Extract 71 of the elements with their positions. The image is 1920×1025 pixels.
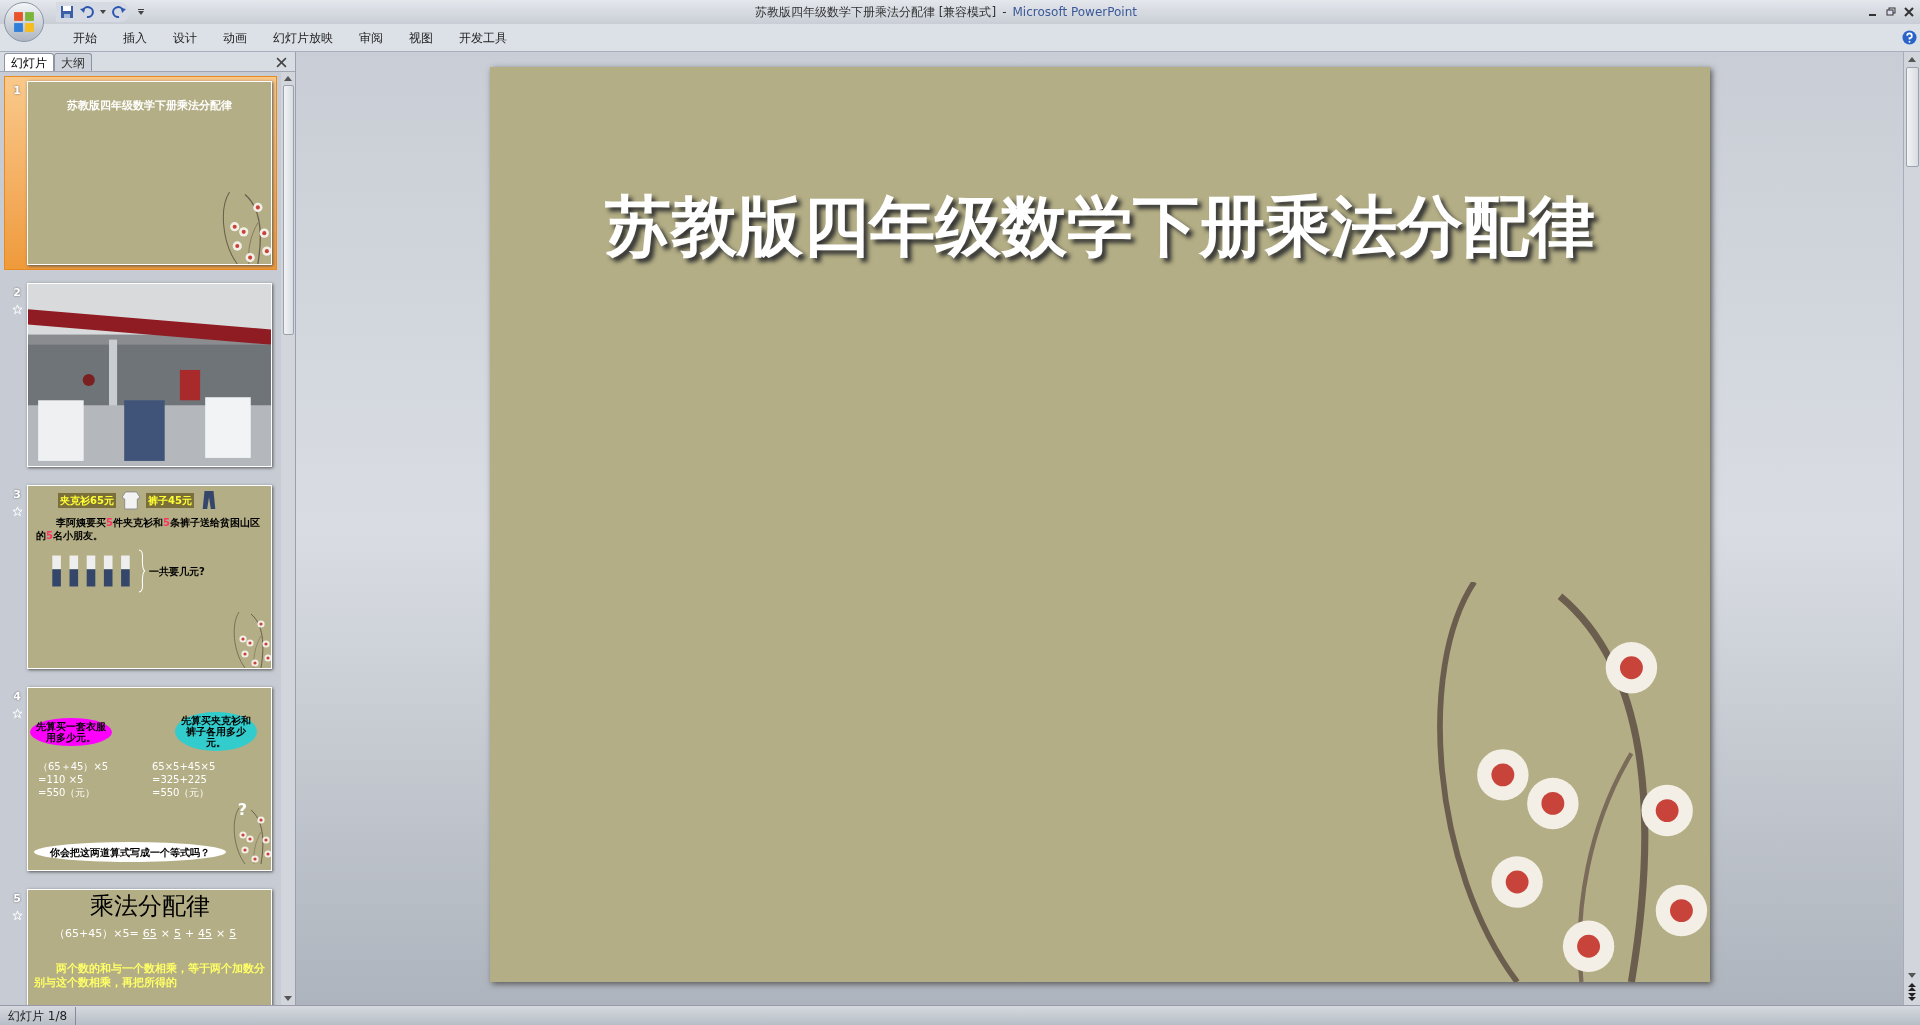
restore-icon[interactable] — [1886, 7, 1896, 17]
ribbon-tab[interactable]: 开始 — [60, 25, 110, 50]
ribbon-tab[interactable]: 开发工具 — [446, 25, 520, 50]
speech-bubble: 先算买夹克衫和裤子各用多少元。 — [175, 712, 257, 751]
undo-icon[interactable] — [80, 5, 94, 19]
scroll-down-icon[interactable] — [1908, 973, 1916, 978]
star-icon — [11, 303, 23, 315]
formula-term: 45 — [198, 926, 213, 942]
window-title: 苏教版四年级数学下册乘法分配律 [兼容模式] — [755, 4, 997, 21]
price-tag: 裤子45元 — [145, 492, 194, 508]
star-icon — [11, 909, 23, 921]
formula-term: × — [216, 926, 226, 942]
slide-title: 苏教版四年级数学下册乘法分配律 — [67, 98, 232, 114]
scroll-thumb[interactable] — [282, 85, 294, 335]
close-icon[interactable] — [1904, 7, 1914, 17]
scroll-bar[interactable] — [1903, 52, 1920, 1005]
slide-number: 5 — [13, 891, 21, 907]
ribbon-tab[interactable]: 动画 — [210, 25, 260, 50]
speech-bubble: 你会把这两道算式写成一个等式吗？ — [34, 842, 226, 862]
save-icon[interactable] — [60, 5, 74, 19]
panel-tab[interactable]: 大纲 — [54, 53, 92, 71]
slide-counter: 幻灯片 1/8 — [0, 1006, 77, 1025]
calculation-line: =550（元） — [38, 786, 97, 799]
formula-term: + — [184, 926, 195, 942]
calculation-line: =325+225 — [152, 773, 208, 786]
calculation-line: =550（元） — [152, 786, 211, 799]
calculation-line: =110 ×5 — [38, 773, 85, 786]
scroll-thumb[interactable] — [1905, 67, 1919, 167]
close-icon[interactable] — [276, 57, 287, 68]
question-mark: ? — [237, 799, 247, 821]
formula-term: 5 — [229, 926, 237, 942]
calculation-line: 65×5+45×5 — [152, 760, 216, 773]
panel-tab[interactable]: 幻灯片 — [4, 53, 54, 71]
slide-title: 乘法分配律 — [89, 892, 210, 920]
jacket-icon — [121, 490, 140, 510]
app-name: Microsoft PowerPoint — [1012, 4, 1137, 21]
slide-number: 2 — [13, 285, 21, 301]
rule-text: 两个数的和与一个数相乘，等于两个加数分别与这个数相乘，再把所得的 — [33, 960, 266, 989]
title-separator: - — [1002, 4, 1007, 21]
question-text: 一共要几元? — [149, 564, 205, 579]
customize-icon[interactable] — [138, 9, 144, 15]
ribbon-tab[interactable]: 幻灯片放映 — [260, 25, 346, 50]
formula-term: × — [160, 926, 170, 942]
star-icon — [11, 707, 23, 719]
flower-branch-drawing — [231, 612, 271, 668]
speech-bubble: 先算买一套衣服用多少元。 — [30, 718, 112, 746]
next-slide-icon[interactable] — [1908, 993, 1916, 1001]
ribbon-tab[interactable]: 审阅 — [346, 25, 396, 50]
slide-number: 3 — [13, 487, 21, 503]
slide-number: 4 — [13, 689, 21, 705]
calculation-line: （65＋45）×5 — [38, 760, 109, 773]
brace-icon — [138, 548, 145, 594]
scroll-down-icon[interactable] — [284, 996, 292, 1001]
star-icon — [11, 505, 23, 517]
formula-term: 5 — [173, 926, 181, 942]
ribbon-tab[interactable]: 设计 — [160, 25, 210, 50]
ribbon-tab[interactable]: 视图 — [396, 25, 446, 50]
story-text: 李阿姨要买5件夹克衫和5条裤子送给贫困山区的5名小朋友。 — [36, 516, 261, 542]
formula-text: （65+45）×5= — [54, 926, 139, 942]
scroll-bar[interactable] — [281, 72, 295, 1005]
price-tag: 夹克衫65元 — [58, 492, 116, 508]
scroll-up-icon[interactable] — [284, 76, 292, 81]
help-icon[interactable] — [1902, 30, 1917, 45]
office-logo-icon — [13, 11, 35, 33]
redo-icon[interactable] — [112, 5, 126, 19]
slide-number: 1 — [13, 83, 21, 99]
formula-term: 65 — [142, 926, 157, 942]
scroll-up-icon[interactable] — [1908, 57, 1916, 62]
previous-slide-icon[interactable] — [1908, 983, 1916, 991]
caret-icon[interactable] — [100, 10, 106, 14]
ribbon-tab[interactable]: 插入 — [110, 25, 160, 50]
